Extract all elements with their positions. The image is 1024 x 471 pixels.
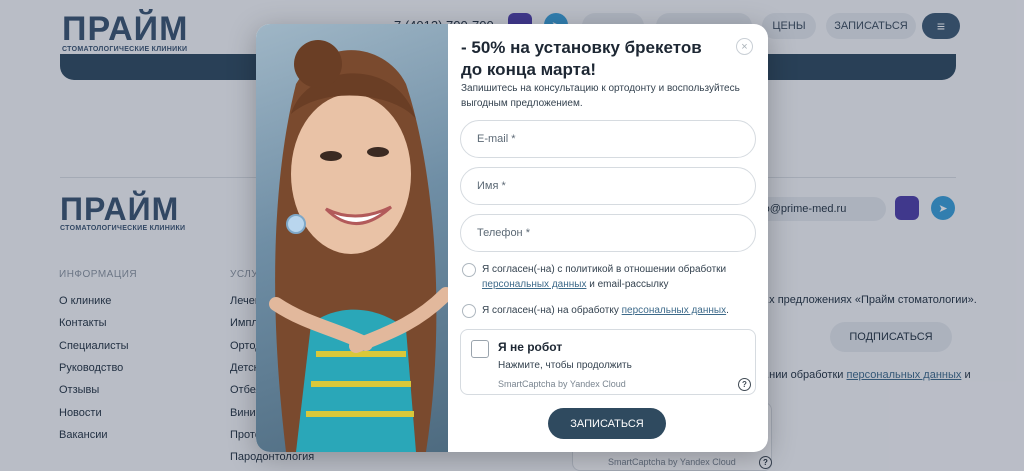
captcha-hint: Нажмите, чтобы продолжить: [498, 360, 632, 371]
page: { "header": { "logo_big": "ПРАЙМ", "logo…: [0, 0, 1024, 471]
smiling-woman-braces-image: [269, 40, 453, 452]
promo-photo: [256, 24, 453, 452]
phone-field[interactable]: Телефон *: [460, 214, 756, 252]
submit-button[interactable]: ЗАПИСАТЬСЯ: [548, 408, 666, 439]
radio-icon[interactable]: [462, 304, 476, 318]
consent-processing-link[interactable]: персональных данных: [622, 305, 726, 316]
modal-title: - 50% на установку брекетов до конца мар…: [461, 38, 702, 79]
consent-policy-link[interactable]: персональных данных: [482, 279, 586, 290]
captcha-title: Я не робот: [498, 340, 563, 354]
consent-policy-checkbox[interactable]: Я согласен(-на) с политикой в отношении …: [462, 262, 752, 292]
signup-form: - 50% на установку брекетов до конца мар…: [448, 24, 768, 452]
consent-processing-checkbox[interactable]: Я согласен(-на) на обработку персональны…: [462, 303, 752, 318]
promo-modal: - 50% на установку брекетов до конца мар…: [256, 24, 768, 452]
captcha-checkbox[interactable]: [471, 340, 489, 358]
name-field[interactable]: Имя *: [460, 167, 756, 205]
close-icon[interactable]: ×: [736, 38, 753, 55]
modal-subtitle: Запишитесь на консультацию к ортодонту и…: [461, 83, 740, 109]
consent-processing-label: Я согласен(-на) на обработку персональны…: [482, 305, 729, 316]
radio-icon[interactable]: [462, 263, 476, 277]
smart-captcha[interactable]: Я не робот Нажмите, чтобы продолжить Sma…: [460, 329, 756, 395]
help-icon[interactable]: ?: [738, 378, 751, 391]
consent-policy-label: Я согласен(-на) с политикой в отношении …: [482, 264, 727, 290]
email-field[interactable]: E-mail *: [460, 120, 756, 158]
captcha-brand: SmartCaptcha by Yandex Cloud: [498, 379, 626, 389]
